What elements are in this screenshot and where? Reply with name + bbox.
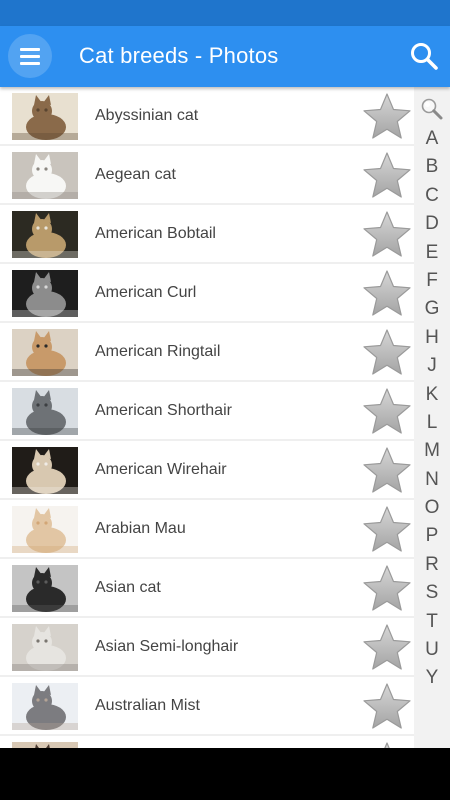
magnifier-icon[interactable] [420, 97, 444, 121]
star-icon[interactable] [361, 150, 413, 202]
breed-photo[interactable] [12, 506, 78, 553]
star-icon[interactable] [361, 91, 413, 143]
breed-name: American Curl [95, 284, 197, 301]
index-letter-j[interactable]: J [414, 352, 450, 380]
index-letter-a[interactable]: A [414, 125, 450, 153]
star-icon[interactable] [361, 268, 413, 320]
breed-name: American Wirehair [95, 461, 227, 478]
star-icon[interactable] [361, 504, 413, 556]
breed-photo[interactable] [12, 211, 78, 258]
breed-name: Abyssinian cat [95, 107, 199, 124]
star-icon[interactable] [361, 740, 413, 748]
star-icon[interactable] [361, 563, 413, 615]
index-letter-t[interactable]: T [414, 608, 450, 636]
breed-row[interactable]: American Bobtail [0, 205, 414, 264]
breed-photo[interactable] [12, 683, 78, 730]
star-icon[interactable] [361, 327, 413, 379]
breed-row[interactable]: Aegean cat [0, 146, 414, 205]
index-letter-h[interactable]: H [414, 324, 450, 352]
index-letter-b[interactable]: B [414, 153, 450, 181]
breed-name: American Bobtail [95, 225, 216, 242]
index-letter-g[interactable]: G [414, 295, 450, 323]
alphabet-index[interactable]: ABCDEFGHJKLMNOPRSTUY [414, 87, 450, 748]
breed-row[interactable]: Asian cat [0, 559, 414, 618]
breed-row[interactable]: American Curl [0, 264, 414, 323]
breed-row[interactable]: Abyssinian cat [0, 87, 414, 146]
index-letter-k[interactable]: K [414, 381, 450, 409]
breed-row[interactable]: American Shorthair [0, 382, 414, 441]
breed-row[interactable]: American Ringtail [0, 323, 414, 382]
breed-photo[interactable] [12, 152, 78, 199]
index-letter-l[interactable]: L [414, 409, 450, 437]
breed-photo[interactable] [12, 329, 78, 376]
breed-row[interactable]: American Wirehair [0, 441, 414, 500]
star-icon[interactable] [361, 681, 413, 733]
breed-name: Asian Semi-longhair [95, 638, 239, 655]
breed-name: American Shorthair [95, 402, 232, 419]
index-letter-e[interactable]: E [414, 239, 450, 267]
index-letter-r[interactable]: R [414, 551, 450, 579]
breed-row[interactable]: Australian Mist [0, 677, 414, 736]
breed-name: Asian cat [95, 579, 161, 596]
breed-photo[interactable] [12, 565, 78, 612]
status-bar [0, 0, 450, 26]
page-title: Cat breeds - Photos [79, 43, 279, 68]
breed-list[interactable]: Abyssinian cat Aegean cat American Bobtail… [0, 87, 414, 748]
navigation-bar [0, 748, 450, 800]
index-letter-p[interactable]: P [414, 522, 450, 550]
index-letter-y[interactable]: Y [414, 664, 450, 692]
index-letter-f[interactable]: F [414, 267, 450, 295]
breed-row[interactable]: Balinese cat [0, 736, 414, 748]
index-letters[interactable]: ABCDEFGHJKLMNOPRSTUY [414, 125, 450, 693]
breed-name: Arabian Mau [95, 520, 186, 537]
breed-row[interactable]: Arabian Mau [0, 500, 414, 559]
search-icon[interactable] [408, 40, 440, 72]
star-icon[interactable] [361, 209, 413, 261]
hamburger-menu-icon[interactable] [8, 34, 52, 78]
breed-row[interactable]: Asian Semi-longhair [0, 618, 414, 677]
breed-photo[interactable] [12, 93, 78, 140]
breed-name: Aegean cat [95, 166, 176, 183]
star-icon[interactable] [361, 445, 413, 497]
index-letter-s[interactable]: S [414, 579, 450, 607]
index-letter-u[interactable]: U [414, 636, 450, 664]
index-letter-m[interactable]: M [414, 437, 450, 465]
star-icon[interactable] [361, 386, 413, 438]
index-letter-o[interactable]: O [414, 494, 450, 522]
index-letter-n[interactable]: N [414, 466, 450, 494]
breed-name: American Ringtail [95, 343, 221, 360]
index-letter-d[interactable]: D [414, 210, 450, 238]
star-icon[interactable] [361, 622, 413, 674]
breed-photo[interactable] [12, 388, 78, 435]
index-letter-c[interactable]: C [414, 182, 450, 210]
breed-photo[interactable] [12, 447, 78, 494]
breed-name: Australian Mist [95, 697, 200, 714]
app-bar: Cat breeds - Photos [0, 26, 450, 87]
breed-photo[interactable] [12, 270, 78, 317]
breed-photo[interactable] [12, 624, 78, 671]
